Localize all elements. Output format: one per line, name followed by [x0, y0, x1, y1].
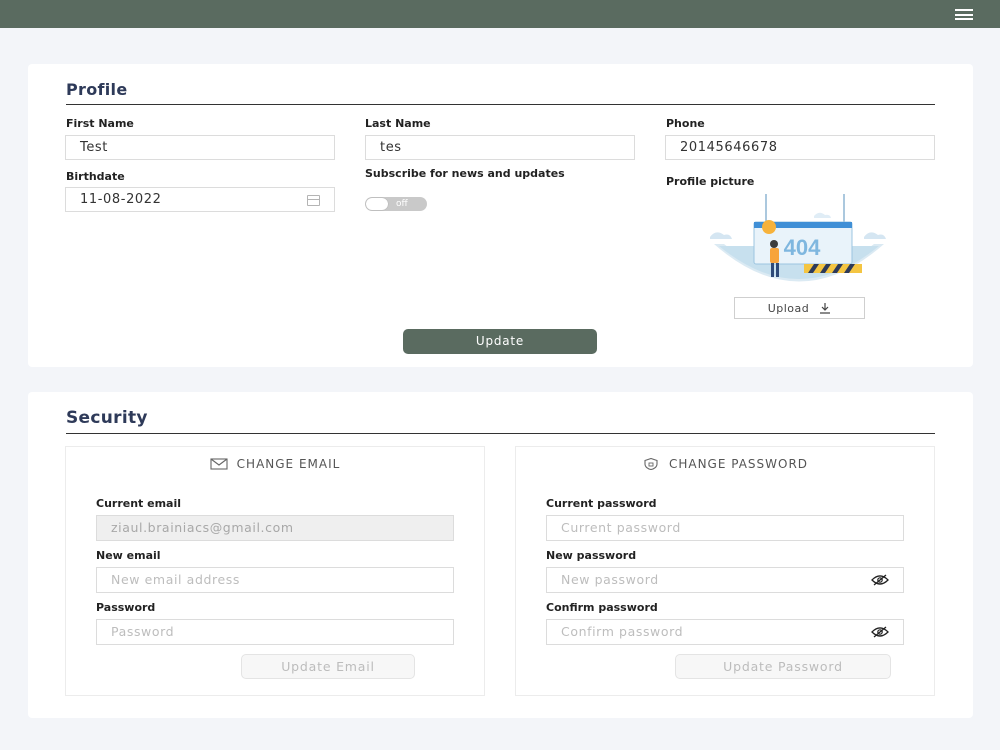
phone-label: Phone	[666, 117, 705, 130]
change-password-panel: CHANGE PASSWORD Current password Current…	[515, 446, 935, 696]
security-title: Security	[66, 408, 148, 428]
change-email-panel: CHANGE EMAIL Current email ziaul.brainia…	[65, 446, 485, 696]
change-password-heading-text: CHANGE PASSWORD	[668, 457, 809, 471]
security-title-divider	[66, 433, 935, 434]
current-email-input: ziaul.brainiacs@gmail.com	[96, 515, 454, 541]
current-password-input[interactable]: Current password	[546, 515, 904, 541]
eye-slash-icon[interactable]	[871, 626, 889, 638]
current-password-label: Current password	[546, 497, 657, 510]
new-password-input[interactable]: New password	[546, 567, 904, 593]
new-password-label: New password	[546, 549, 637, 562]
toggle-knob	[366, 198, 388, 210]
top-bar	[0, 0, 1000, 28]
birthdate-value: 11-08-2022	[80, 192, 162, 207]
new-password-placeholder: New password	[561, 572, 659, 587]
new-email-label: New email	[96, 549, 161, 562]
hamburger-icon[interactable]	[955, 9, 973, 20]
email-password-input[interactable]: Password	[96, 619, 454, 645]
upload-label: Upload	[767, 301, 810, 315]
first-name-label: First Name	[66, 117, 134, 130]
image-404-text: 404	[784, 235, 821, 260]
toggle-state: off	[396, 199, 408, 209]
email-password-label: Password	[96, 601, 156, 614]
current-email-label: Current email	[96, 497, 182, 510]
profile-title: Profile	[66, 80, 128, 99]
profile-title-divider	[66, 104, 935, 105]
birthdate-input[interactable]: 11-08-2022	[65, 187, 335, 212]
download-icon	[820, 303, 831, 314]
last-name-input[interactable]: tes	[365, 135, 635, 160]
change-email-heading: CHANGE EMAIL	[66, 457, 484, 471]
profile-card: Profile First Name Test Last Name tes Ph…	[28, 64, 973, 367]
phone-input[interactable]: 20145646678	[665, 135, 935, 160]
upload-button[interactable]: Upload	[734, 297, 865, 319]
shield-lock-icon	[644, 458, 658, 470]
first-name-input[interactable]: Test	[65, 135, 335, 160]
update-profile-button[interactable]: Update	[403, 329, 597, 354]
change-password-heading: CHANGE PASSWORD	[516, 457, 934, 471]
profile-picture-label: Profile picture	[666, 175, 755, 188]
eye-slash-icon[interactable]	[871, 574, 889, 586]
profile-picture-image: 404	[710, 194, 886, 282]
update-email-button[interactable]: Update Email	[241, 654, 415, 679]
new-email-input[interactable]: New email address	[96, 567, 454, 593]
last-name-label: Last Name	[365, 117, 431, 130]
confirm-password-input[interactable]: Confirm password	[546, 619, 904, 645]
envelope-icon	[210, 458, 228, 470]
security-card: Security CHANGE EMAIL Current email ziau…	[28, 392, 973, 718]
change-email-heading-text: CHANGE EMAIL	[236, 457, 341, 471]
calendar-icon[interactable]	[307, 195, 320, 206]
confirm-password-placeholder: Confirm password	[561, 624, 684, 639]
subscribe-toggle[interactable]: off	[365, 197, 427, 211]
confirm-password-label: Confirm password	[546, 601, 658, 614]
subscribe-label: Subscribe for news and updates	[365, 167, 565, 180]
birthdate-label: Birthdate	[66, 170, 125, 183]
update-password-button[interactable]: Update Password	[675, 654, 891, 679]
